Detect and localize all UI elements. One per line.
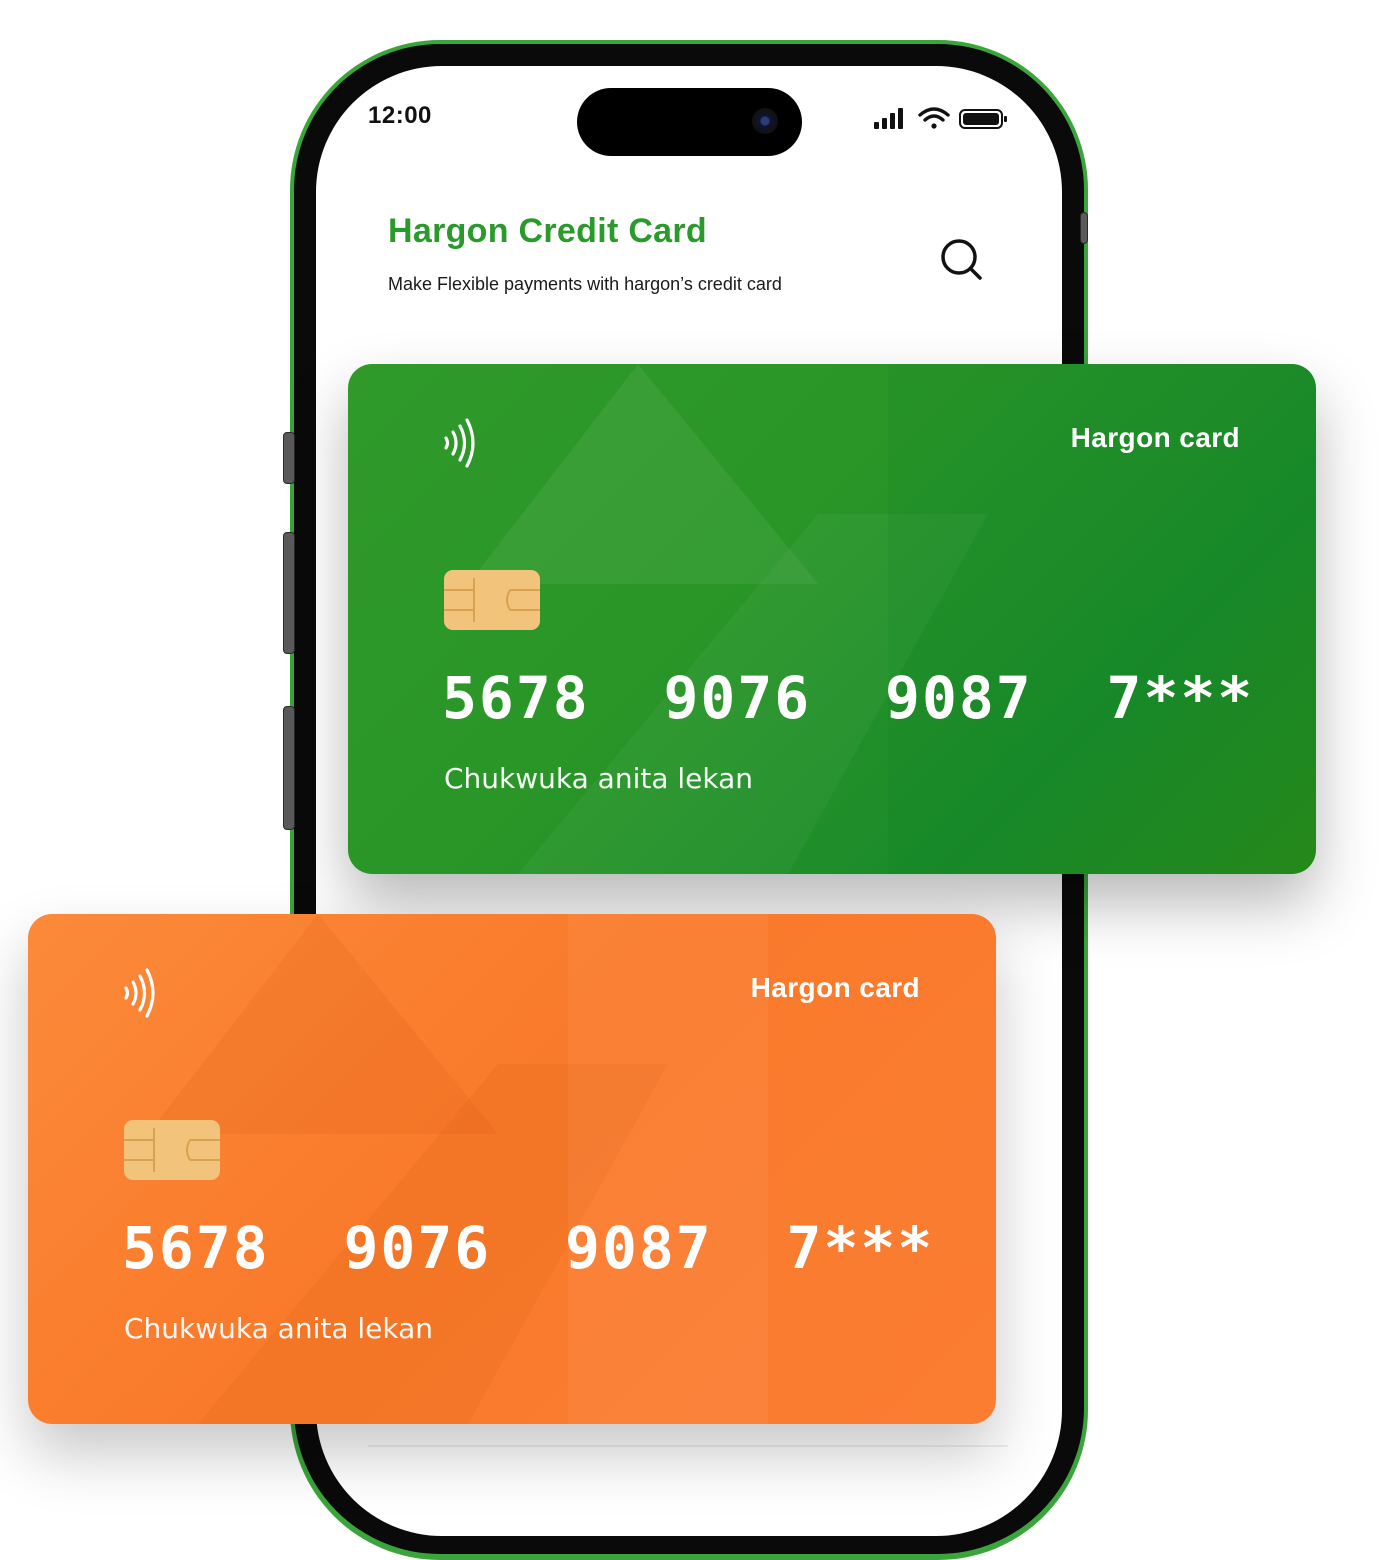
chip-icon [444,570,540,630]
side-button-power [1080,212,1088,244]
card-number: 5678 9076 9087 7*** [442,664,1255,732]
battery-icon [959,109,1007,129]
card-holder-name: Chukwuka anita lekan [444,762,754,795]
credit-card-orange[interactable]: Hargon card 5678 9076 9087 7*** Chukwuka… [28,914,996,1424]
side-button-silent [283,432,295,484]
search-icon [941,239,982,280]
side-button-volume-down [283,706,295,830]
side-button-volume-up [283,532,295,654]
wifi-icon [918,107,950,129]
search-button[interactable] [936,234,986,284]
card-holder-name: Chukwuka anita lekan [124,1312,434,1345]
page-title: Hargon Credit Card [388,212,707,250]
card-brand: Hargon card [750,972,920,1003]
chip-icon [124,1120,220,1180]
card-number: 5678 9076 9087 7*** [122,1214,935,1282]
status-time: 12:00 [368,102,432,129]
credit-card-green[interactable]: Hargon card 5678 9076 9087 7*** Chukwuka… [348,364,1316,874]
signal-icon [874,108,903,129]
nfc-icon [444,418,475,468]
card-brand: Hargon card [1070,422,1240,453]
camera-icon [752,108,778,134]
divider [368,1445,1008,1447]
status-icons [872,104,1012,134]
nfc-icon [124,968,155,1018]
page-subtitle: Make Flexible payments with hargon’s cre… [388,274,782,294]
